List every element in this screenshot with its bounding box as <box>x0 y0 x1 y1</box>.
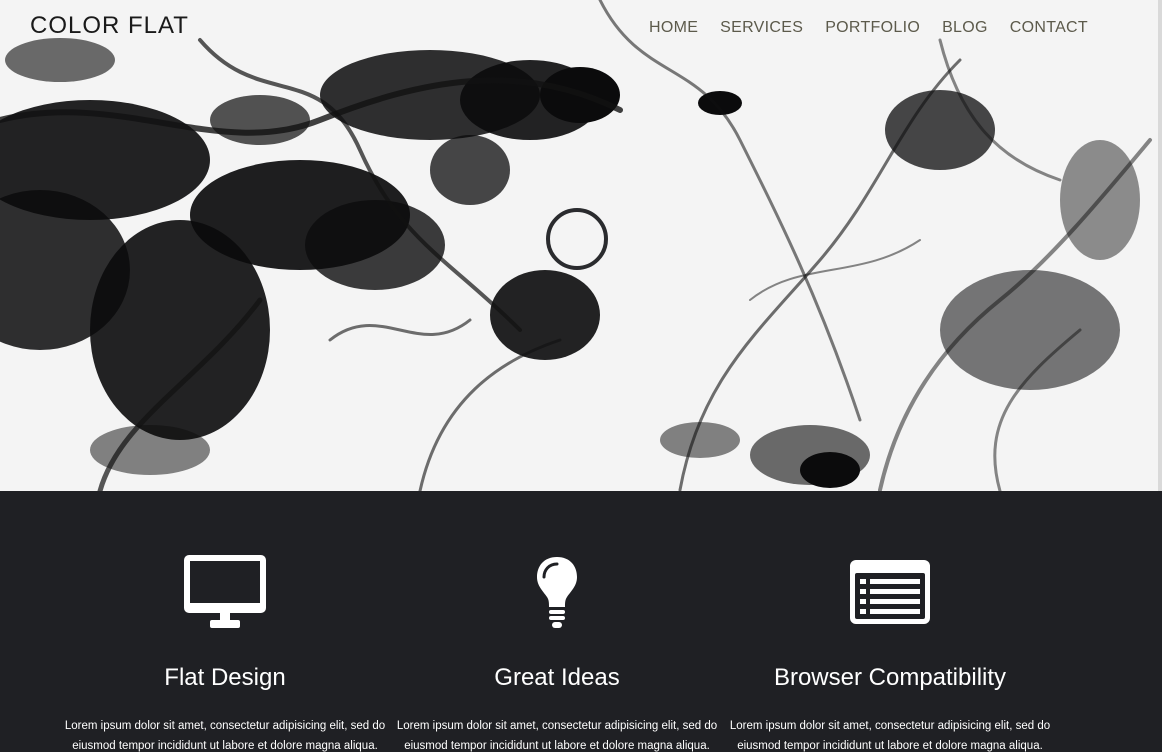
nav-item-blog[interactable]: BLOG <box>931 18 999 38</box>
site-logo[interactable]: COLOR FLAT <box>30 12 189 40</box>
feature-title: Flat Design <box>164 664 286 691</box>
feature-title: Browser Compatibility <box>773 664 1007 691</box>
lightbulb-icon <box>533 553 581 636</box>
feature-description: Lorem ipsum dolor sit amet, consectetur … <box>64 720 386 752</box>
nav-item-services[interactable]: SERVICES <box>709 18 814 38</box>
list-icon <box>849 553 931 630</box>
feature-description: Lorem ipsum dolor sit amet, consectetur … <box>729 720 1051 752</box>
hero-section: COLOR FLAT HOME SERVICES PORTFOLIO BLOG … <box>0 0 1162 491</box>
nav-item-portfolio[interactable]: PORTFOLIO <box>814 18 931 38</box>
feature-title: Great Ideas <box>494 664 620 691</box>
monitor-icon <box>182 553 268 634</box>
main-nav: HOME SERVICES PORTFOLIO BLOG CONTACT <box>638 18 1099 38</box>
nav-item-contact[interactable]: CONTACT <box>999 18 1099 38</box>
features-section: Flat Design Lorem ipsum dolor sit amet, … <box>0 491 1162 752</box>
feature-description: Lorem ipsum dolor sit amet, consectetur … <box>396 720 718 752</box>
loading-spinner <box>546 208 608 270</box>
nav-item-home[interactable]: HOME <box>638 18 709 38</box>
hero-scrollbar-edge <box>1158 0 1162 491</box>
page: COLOR FLAT HOME SERVICES PORTFOLIO BLOG … <box>0 0 1162 752</box>
